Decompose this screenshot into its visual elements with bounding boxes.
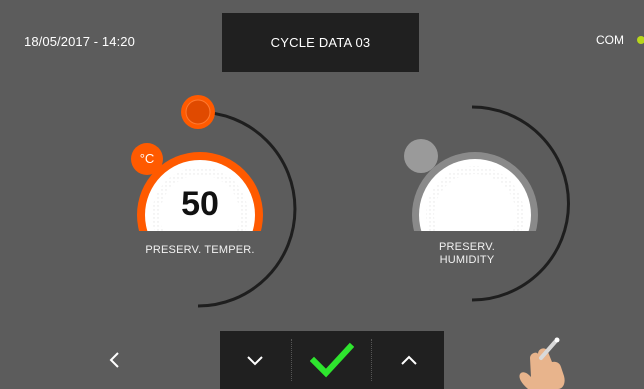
humidity-label: PRESERV. HUMIDITY <box>377 241 557 267</box>
increase-button[interactable] <box>374 331 444 389</box>
back-button[interactable] <box>95 340 135 380</box>
confirm-button[interactable] <box>297 331 367 389</box>
chevron-left-icon <box>109 352 119 368</box>
decrease-button[interactable] <box>220 331 290 389</box>
humidity-dial[interactable] <box>404 105 570 302</box>
temperature-knob-inner <box>185 99 211 125</box>
humidity-knob[interactable] <box>404 139 438 173</box>
chevron-down-icon <box>247 356 263 366</box>
check-icon <box>310 342 354 378</box>
temperature-unit-badge: °C <box>131 143 163 175</box>
temperature-value: 50 <box>181 185 219 223</box>
chevron-up-icon <box>401 355 417 365</box>
hand-pointer-icon <box>519 337 565 389</box>
separator <box>291 339 292 381</box>
humidity-label-line1: PRESERV. <box>438 241 496 253</box>
temperature-label: PRESERV. TEMPER. <box>145 244 255 256</box>
humidity-label-line2: HUMIDITY <box>439 254 495 266</box>
separator <box>371 339 372 381</box>
bottom-action-bar <box>220 331 444 389</box>
